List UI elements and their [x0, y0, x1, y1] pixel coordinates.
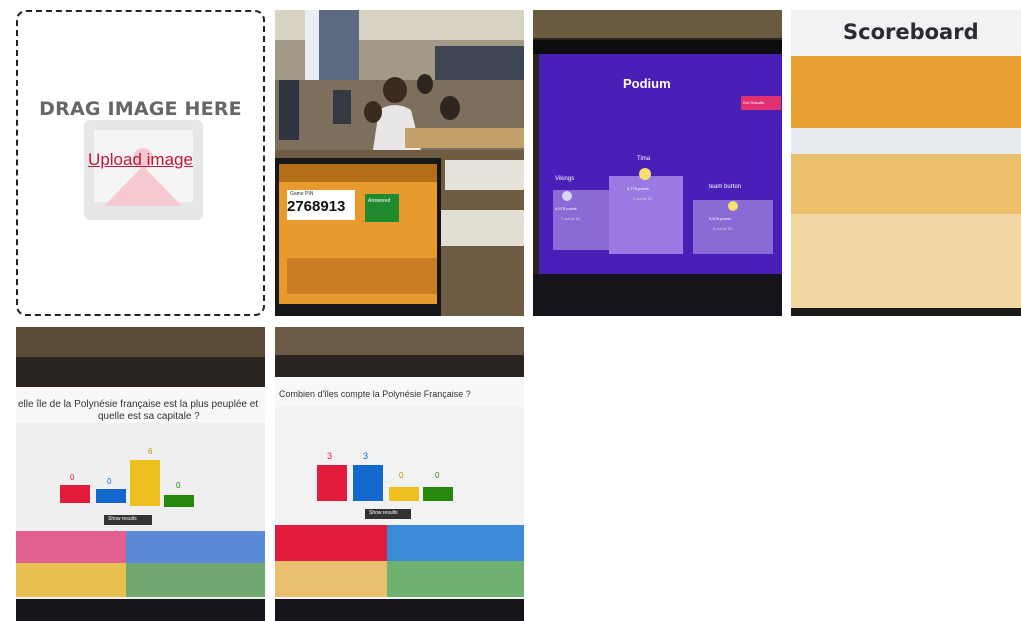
question-results-scene — [16, 327, 265, 621]
team-sub: 7 out of 10 — [561, 216, 580, 221]
answer-count-green: 0 — [435, 471, 440, 480]
team-name: team burton — [709, 184, 742, 190]
photo-classroom[interactable]: Game PIN 2768913 Answered — [275, 10, 524, 316]
scoreboard-title: Scoreboard — [843, 20, 979, 44]
image-drop-zone[interactable]: DRAG IMAGE HERE Upload image — [16, 10, 265, 316]
podium-scene — [533, 10, 782, 316]
answer-count-blue: 0 — [107, 477, 112, 486]
answer-count-yellow: 0 — [399, 471, 404, 480]
question-text-line1: elle île de la Polynésie française est l… — [18, 399, 259, 410]
show-results-button: Show results — [108, 516, 137, 522]
get-results-button: Get Results — [743, 100, 764, 105]
team-name: Tima — [637, 156, 651, 162]
answered-badge: Answered — [368, 198, 391, 204]
answer-count-yellow: 6 — [148, 447, 153, 456]
image-placeholder-icon — [84, 120, 203, 220]
team-points: 5,878 points — [709, 216, 731, 221]
game-pin-label: Game PIN — [290, 191, 314, 197]
question-text-line2: quelle est sa capitale ? — [98, 411, 200, 422]
answer-count-green: 0 — [176, 481, 181, 490]
photo-podium[interactable]: Podium Get Results Vikings 6,578 points … — [533, 10, 782, 316]
team-points: 6,578 points — [555, 206, 577, 211]
question-text: Combien d'îles compte la Polynésie Franç… — [279, 389, 471, 399]
answer-count-blue: 3 — [363, 451, 369, 461]
photo-question-results[interactable]: elle île de la Polynésie française est l… — [16, 327, 265, 621]
game-pin-value: 2768913 — [287, 198, 346, 215]
scoreboard-scene — [791, 10, 1021, 316]
team-sub: 6 out of 10 — [713, 226, 732, 231]
photo-question-islands[interactable]: Combien d'îles compte la Polynésie Franç… — [275, 327, 524, 621]
drag-image-title: DRAG IMAGE HERE — [39, 98, 242, 120]
team-sub: 7 out of 10 — [633, 196, 652, 201]
upload-image-link[interactable]: Upload image — [18, 150, 263, 170]
team-points: 8,778 points — [627, 186, 649, 191]
podium-title: Podium — [623, 76, 671, 91]
answer-count-red: 3 — [327, 451, 333, 461]
photo-scoreboard[interactable]: Scoreboard — [791, 10, 1021, 316]
classroom-scene — [275, 10, 524, 316]
show-results-button: Show results — [369, 510, 398, 516]
answer-count-red: 0 — [70, 473, 75, 482]
team-name: Vikings — [555, 176, 575, 182]
